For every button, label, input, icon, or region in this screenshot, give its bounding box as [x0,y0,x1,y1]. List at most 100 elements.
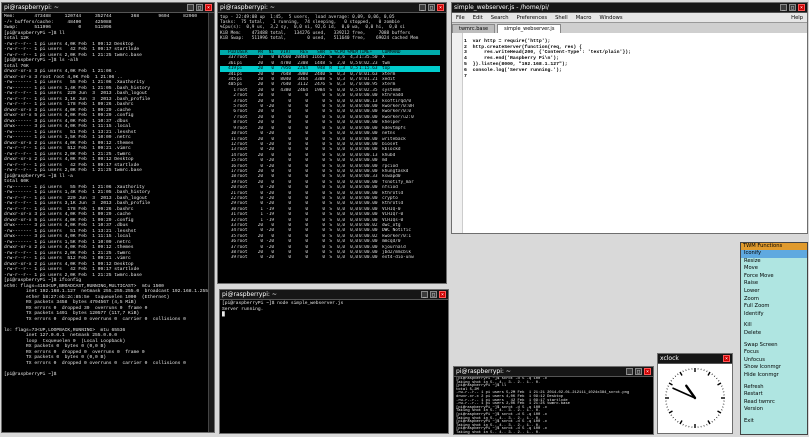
table-row[interactable]: 39root0-20000S0,00,00:00.00ext4-dio-unw [220,255,440,260]
menu-item-hide-iconmgr[interactable]: Hide Iconmgr [741,372,807,380]
terminal-line: █ [222,312,446,318]
twm-functions-menu[interactable]: TWM Functions IconifyResizeMoveForce Mov… [740,242,808,435]
maximize-icon[interactable]: □ [789,4,796,11]
window-title: xclock [660,354,721,364]
menu-item-kill[interactable]: Kill [741,322,807,330]
terminal-middle-output[interactable]: [pi@raspberryPi ~]$ node simple_webserve… [220,300,448,433]
table-cell: 0 [292,255,309,260]
table-cell: 0 [309,255,326,260]
clock-tick [669,383,672,385]
menu-item-iconify[interactable]: Iconify [741,250,807,258]
minimize-icon[interactable]: _ [421,291,428,298]
table-cell: 0,0 [333,255,346,260]
process-table[interactable]: PIDUSERPRNIVIRTRESSHRS%CPU%MEMTIME+COMMA… [220,50,440,281]
close-icon[interactable]: × [798,4,805,11]
menu-item-full-zoom[interactable]: Full Zoom [741,303,807,311]
menu-item-identify[interactable]: Identify [741,311,807,319]
terminal-middle-titlebar[interactable]: pi@raspberrypi: ~ _ □ × [220,290,448,300]
clock-tick [669,411,672,413]
clock-tick [671,380,672,381]
clock-tick [683,424,684,425]
terminal-window-right[interactable]: pi@raspberrypi: ~ _ □ × [pi@raspberryPi … [453,366,654,435]
clock-tick [683,371,684,372]
menu-shell[interactable]: Shell [551,15,572,21]
menu-item-zoom[interactable]: Zoom [741,296,807,304]
menu-item-force-move[interactable]: Force Move [741,273,807,281]
clock-tick [668,410,669,411]
terminal-line: Mem: 473488 120744 352744 368 9604 82960 [4,14,212,20]
table-cell: 0 [275,255,292,260]
window-title: pi@raspberrypi: ~ [4,3,185,13]
menu-item-focus[interactable]: Focus [741,349,807,357]
menu-search[interactable]: Search [487,15,513,21]
top-titlebar[interactable]: pi@raspberrypi: ~ _ □ × [218,3,446,13]
clock-tick [707,424,708,425]
menu-item-raise[interactable]: Raise [741,280,807,288]
clock-tick [718,383,721,385]
menu-item-swap-screen[interactable]: Swap Screen [741,342,807,350]
clock-tick [677,421,678,422]
menu-item-delete[interactable]: Delete [741,330,807,338]
terminal-window-middle[interactable]: pi@raspberrypi: ~ _ □ × [pi@raspberryPi … [219,289,449,434]
window-title: pi@raspberrypi: ~ [456,367,624,377]
terminal-left-output[interactable]: Mem: 473488 120744 352744 368 9604 82960… [2,13,214,432]
minimize-icon[interactable]: _ [187,4,194,11]
terminal-line: inet 192.168.1.127 netmask 255.255.255.0… [4,289,212,295]
menu-item-version[interactable]: Version [741,406,807,414]
minimize-icon[interactable]: _ [626,368,633,375]
menu-item-exit[interactable]: Exit [741,418,807,426]
terminal-left-titlebar[interactable]: pi@raspberrypi: ~ _ □ × [2,3,214,13]
close-icon[interactable]: × [205,4,212,11]
close-icon[interactable]: × [437,4,444,11]
menu-file[interactable]: File [452,15,469,21]
window-title: pi@raspberrypi: ~ [222,290,419,300]
editor-body[interactable]: 1 var http = require('http');2 http.crea… [452,33,807,233]
close-icon[interactable]: × [439,291,446,298]
menu-item-lower[interactable]: Lower [741,288,807,296]
clock-tick [668,386,669,387]
close-icon[interactable]: × [644,368,651,375]
menu-item-unfocus[interactable]: Unfocus [741,357,807,365]
terminal-window-left[interactable]: pi@raspberrypi: ~ _ □ × Mem: 473488 1207… [1,2,215,433]
menu-macro[interactable]: Macro [572,15,596,21]
editor-titlebar[interactable]: simple_webserver.js - /home/pi/ _ □ × [452,3,807,13]
maximize-icon[interactable]: □ [635,368,642,375]
menu-item-resize[interactable]: Resize [741,258,807,266]
maximize-icon[interactable]: □ [196,4,203,11]
clock-tick [675,419,676,420]
minimize-icon[interactable]: _ [780,4,787,11]
code-line: 7 [464,74,805,80]
table-cell: S [326,255,333,260]
menu-help[interactable]: Help [787,15,807,21]
code-area[interactable]: 1 var http = require('http');2 http.crea… [464,39,805,80]
menu-item-read-twmrc[interactable]: Read twmrc [741,399,807,407]
menu-item-move[interactable]: Move [741,265,807,273]
maximize-icon[interactable]: □ [428,4,435,11]
clock-tick [708,372,710,375]
editor-menubar: FileEditSearchPreferencesShellMacroWindo… [452,13,807,23]
menu-item-restart[interactable]: Restart [741,391,807,399]
xclock-window[interactable]: xclock × [657,353,733,434]
menu-item-refresh[interactable]: Refresh [741,384,807,392]
table-cell: root [237,255,254,260]
table-cell: 0:00.00 [359,255,382,260]
tab-twmrc-base[interactable]: twmrc.base [452,24,495,33]
xclock-titlebar[interactable]: xclock × [658,354,732,364]
menu-edit[interactable]: Edit [469,15,487,21]
tab-simple-webserver-js[interactable]: simple_webserver.js [497,24,561,33]
menu-item-show-iconmgr[interactable]: Show Iconmgr [741,364,807,372]
menu-windows[interactable]: Windows [595,15,626,21]
editor-window[interactable]: simple_webserver.js - /home/pi/ _ □ × Fi… [451,2,808,234]
terminal-right-output[interactable]: [pi@raspberryPi ~]$ scrot -d 5 -q 100 -c… [454,377,653,434]
top-window[interactable]: pi@raspberrypi: ~ _ □ × top - 22:49:08 u… [217,2,447,284]
clock-tick [677,374,678,375]
terminal-right-titlebar[interactable]: pi@raspberrypi: ~ _ □ × [454,367,653,377]
clock-tick [680,421,682,424]
minimize-icon[interactable]: _ [419,4,426,11]
menu-preferences[interactable]: Preferences [513,15,552,21]
clock-tick [712,374,713,375]
close-icon[interactable]: × [723,355,730,362]
maximize-icon[interactable]: □ [430,291,437,298]
table-cell: 0,0 [346,255,359,260]
scrollbar[interactable] [208,13,214,432]
